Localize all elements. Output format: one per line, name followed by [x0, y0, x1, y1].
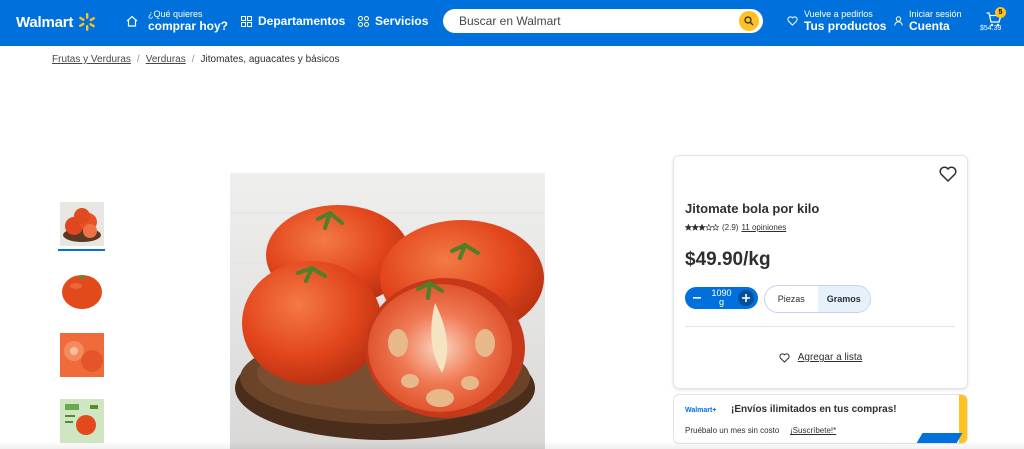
walmart-plus-logo: Walmart+	[685, 407, 717, 414]
heart-outline-icon	[779, 352, 790, 363]
account-big: Cuenta	[909, 19, 950, 33]
walmart-plus-promo: Walmart+ ¡Envíos ilimitados en tus compr…	[673, 394, 968, 444]
walmart-logo[interactable]: Walmart	[16, 12, 97, 32]
departments-label: Departamentos	[258, 14, 346, 28]
what-want-big: comprar hoy?	[148, 19, 229, 33]
rating-star	[685, 224, 693, 231]
add-to-list-button[interactable]: Agregar a lista	[674, 352, 967, 363]
main-product-image[interactable]	[230, 173, 545, 449]
increase-quantity-button[interactable]	[738, 290, 754, 306]
plus-icon	[742, 294, 750, 302]
product-price: $49.90/kg	[685, 249, 771, 270]
rating-star	[711, 224, 719, 231]
promo-title: ¡Envíos ilimitados en tus compras!	[731, 404, 897, 415]
top-header: Walmart ¿Qué quieres comprar hoy? Depart…	[0, 0, 1024, 46]
account-button[interactable]: Iniciar sesión Cuenta	[894, 9, 962, 33]
page-bottom-fade	[0, 441, 1024, 449]
reorder-big: Tus productos	[804, 19, 887, 33]
tomatoes-on-wooden-board	[230, 173, 545, 449]
breadcrumb-separator: /	[136, 54, 140, 65]
services-button[interactable]: Servicios	[358, 14, 428, 28]
thumbnail-1[interactable]	[58, 200, 105, 247]
reviews-link[interactable]: 11 opiniones	[741, 223, 786, 232]
thumbnail-3[interactable]	[58, 331, 105, 378]
breadcrumb-link-fruits[interactable]: Frutas y Verduras	[52, 54, 131, 65]
rating-value: (2.9)	[722, 223, 739, 232]
thumbnail-selected-indicator	[58, 249, 105, 251]
unit-toggle: Piezas Gramos	[764, 285, 871, 313]
quantity-value[interactable]: 1090 g	[711, 289, 733, 307]
thumbnail-2[interactable]	[58, 266, 105, 313]
subscribe-link[interactable]: ¡Suscríbete!*	[790, 426, 836, 435]
cart-total: $54.39	[980, 25, 1002, 32]
add-to-list-label: Agregar a lista	[797, 352, 863, 363]
search-bar	[443, 9, 763, 33]
grid-icon	[241, 15, 252, 27]
product-title: Jitomate bola por kilo	[685, 201, 820, 216]
tomato-plate-thumbnail	[59, 201, 104, 246]
what-want-small: ¿Qué quieres	[148, 9, 203, 19]
sliced-tomato-thumbnail	[59, 332, 104, 377]
decrease-quantity-button[interactable]	[689, 290, 705, 306]
promo-subtitle: Pruébalo un mes sin costo	[685, 426, 780, 435]
thumbnail-4[interactable]	[58, 397, 105, 444]
minus-icon	[693, 297, 701, 299]
breadcrumb-separator: /	[191, 54, 195, 65]
quantity-unit: g	[718, 297, 724, 307]
services-grid-icon	[358, 15, 369, 27]
search-input[interactable]	[459, 14, 729, 28]
home-icon	[126, 15, 138, 27]
heart-outline-icon	[787, 16, 798, 26]
rating-star	[698, 224, 706, 231]
what-to-buy-button[interactable]: ¿Qué quieres comprar hoy?	[126, 9, 228, 33]
rating-star	[704, 224, 713, 231]
nutrition-info-thumbnail	[59, 398, 104, 443]
product-card: Jitomate bola por kilo (2.9) 11 opinione…	[673, 155, 968, 389]
unit-option-pieces[interactable]: Piezas	[765, 286, 818, 312]
services-label: Servicios	[375, 14, 429, 28]
reorder-button[interactable]: Vuelve a pedirlos Tus productos	[787, 9, 886, 33]
breadcrumb: Frutas y Verduras / Verduras / Jitomates…	[52, 54, 339, 65]
breadcrumb-current: Jitomates, aguacates y básicos	[200, 54, 340, 65]
rating-stars-icon	[685, 224, 719, 231]
spark-icon	[79, 13, 96, 31]
logo-text: Walmart	[16, 13, 74, 31]
breadcrumb-link-vegetables[interactable]: Verduras	[146, 54, 186, 65]
search-button[interactable]	[739, 11, 759, 31]
product-rating: (2.9) 11 opiniones	[685, 223, 786, 232]
cart-count-badge: 5	[995, 7, 1006, 18]
favorite-heart-icon[interactable]	[939, 166, 957, 182]
unit-option-grams[interactable]: Gramos	[817, 286, 870, 312]
rating-star	[691, 224, 700, 231]
account-small: Iniciar sesión	[909, 9, 962, 19]
quantity-stepper: 1090 g	[685, 287, 758, 309]
search-icon	[744, 16, 754, 26]
departments-button[interactable]: Departamentos	[241, 14, 345, 28]
user-icon	[894, 16, 903, 26]
divider	[685, 326, 955, 327]
reorder-small: Vuelve a pedirlos	[804, 9, 873, 19]
whole-tomato-thumbnail	[61, 274, 102, 309]
